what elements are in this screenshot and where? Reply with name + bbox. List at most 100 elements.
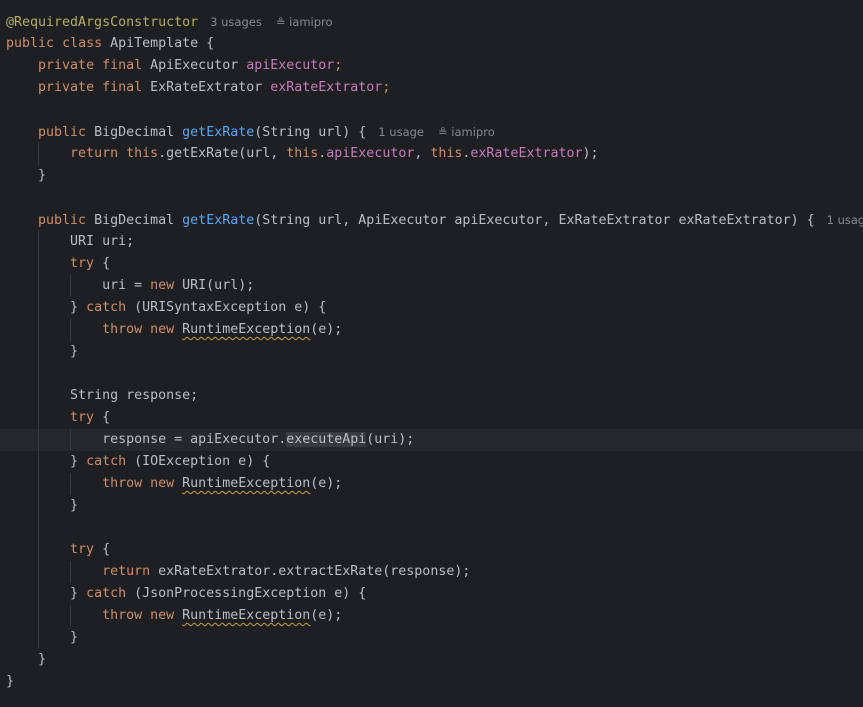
brace: } <box>70 630 79 645</box>
usages-hint[interactable]: 1 usage <box>827 213 863 227</box>
code-line: throw new RuntimeException(e); <box>0 605 863 627</box>
indent-guide <box>70 561 71 583</box>
type-name: BigDecimal <box>94 125 175 140</box>
code-line: return exRateExtrator.extractExRate(resp… <box>0 561 863 583</box>
warning-symbol[interactable]: RuntimeException <box>182 476 310 491</box>
indent-guide <box>70 275 71 297</box>
author-name: iamipro <box>451 125 495 139</box>
person-icon: ≗ <box>275 15 286 29</box>
code-editor[interactable]: @RequiredArgsConstructor 3 usages ≗ iamipr… <box>0 0 863 707</box>
brace: } <box>70 344 79 359</box>
args: (e); <box>310 476 343 491</box>
statement: exRateExtrator.extractExRate(response); <box>150 564 471 579</box>
method-name: getExRate <box>182 125 255 140</box>
brace: } <box>70 300 79 315</box>
args: (e); <box>310 322 343 337</box>
keyword: this <box>430 146 463 161</box>
author-hint: ≗ iamipro <box>276 15 333 29</box>
usages-hint[interactable]: 3 usages ≗ iamipro <box>210 15 332 29</box>
keyword: this <box>126 146 159 161</box>
indent-guide <box>38 143 39 165</box>
annotation: @RequiredArgsConstructor <box>6 15 199 30</box>
code-line: } <box>0 627 863 649</box>
keyword: catch <box>86 454 127 469</box>
keyword: this <box>286 146 319 161</box>
keyword: new <box>150 278 175 293</box>
usages-hint[interactable]: 1 usage ≗ iamipro <box>378 125 494 139</box>
keyword: return <box>70 146 119 161</box>
statement: URI uri; <box>70 234 135 249</box>
indent-guide <box>70 605 71 627</box>
keyword: public <box>38 213 87 228</box>
usages-count: 1 usage <box>378 125 424 139</box>
warning-symbol[interactable]: RuntimeException <box>182 608 310 623</box>
brace: } <box>38 652 47 667</box>
code-line: } <box>0 649 863 671</box>
keyword: try <box>70 410 95 425</box>
keyword: throw <box>102 476 143 491</box>
current-code-line[interactable]: response = apiExecutor.executeApi(uri); <box>0 429 863 451</box>
code-line: @RequiredArgsConstructor 3 usages ≗ iamipr… <box>0 11 863 33</box>
keyword: try <box>70 542 95 557</box>
keyword: public <box>6 36 55 51</box>
keyword: public <box>38 125 87 140</box>
warning-symbol[interactable]: RuntimeException <box>182 322 310 337</box>
code-line: } catch (IOException e) { <box>0 451 863 473</box>
code-line: public BigDecimal getExRate(String url, … <box>0 209 863 231</box>
code-line: public BigDecimal getExRate(String url) … <box>0 121 863 143</box>
indent-guide <box>70 429 71 451</box>
code-line: private final ApiExecutor apiExecutor; <box>0 55 863 77</box>
field-name: apiExecutor <box>326 146 415 161</box>
catch-clause: (JsonProcessingException e) { <box>126 586 367 601</box>
keyword: catch <box>86 586 127 601</box>
brace: { <box>94 542 111 557</box>
person-icon: ≗ <box>438 125 448 139</box>
brace: } <box>38 168 47 183</box>
comma: , <box>414 146 431 161</box>
code-line: try { <box>0 539 863 561</box>
brace: } <box>6 674 15 689</box>
indent-guide <box>38 231 39 649</box>
brace: { <box>94 410 111 425</box>
indent-guide <box>70 319 71 341</box>
code-line: public class ApiTemplate { <box>0 33 863 55</box>
type-name: ApiExecutor <box>150 58 239 73</box>
code-line: private final ExRateExtrator exRateExtra… <box>0 77 863 99</box>
indent-guide <box>70 473 71 495</box>
field-name: exRateExtrator <box>470 146 583 161</box>
type-name: BigDecimal <box>94 213 175 228</box>
keyword: catch <box>86 300 127 315</box>
keyword: throw <box>102 608 143 623</box>
author-name: iamipro <box>289 15 333 29</box>
code-line: try { <box>0 253 863 275</box>
statement: URI(url); <box>174 278 255 293</box>
keyword: return <box>102 564 151 579</box>
keyword: private <box>38 80 95 95</box>
keyword: new <box>150 322 175 337</box>
brace: } <box>70 454 79 469</box>
args: (e); <box>310 608 343 623</box>
params: (String url, ApiExecutor apiExecutor, Ex… <box>254 213 815 228</box>
semicolon: ; <box>334 58 343 73</box>
code-line: } <box>0 341 863 363</box>
code-line: throw new RuntimeException(e); <box>0 319 863 341</box>
catch-clause: (IOException e) { <box>126 454 271 469</box>
catch-clause: (URISyntaxException e) { <box>126 300 327 315</box>
code-line: } <box>0 671 863 693</box>
call-end: ); <box>582 146 599 161</box>
keyword: final <box>102 58 143 73</box>
code-line: try { <box>0 407 863 429</box>
statement: String response; <box>70 388 199 403</box>
code-line: } <box>0 165 863 187</box>
code-line: } catch (JsonProcessingException e) { <box>0 583 863 605</box>
call: .getExRate(url, <box>158 146 287 161</box>
brace: } <box>70 586 79 601</box>
keyword: try <box>70 256 95 271</box>
keyword: private <box>38 58 95 73</box>
statement: response = apiExecutor. <box>102 432 287 447</box>
brace: { <box>198 36 215 51</box>
highlighted-method[interactable]: executeApi <box>286 432 367 447</box>
author-hint: ≗ iamipro <box>438 125 495 139</box>
code-line: throw new RuntimeException(e); <box>0 473 863 495</box>
method-name: getExRate <box>182 213 255 228</box>
